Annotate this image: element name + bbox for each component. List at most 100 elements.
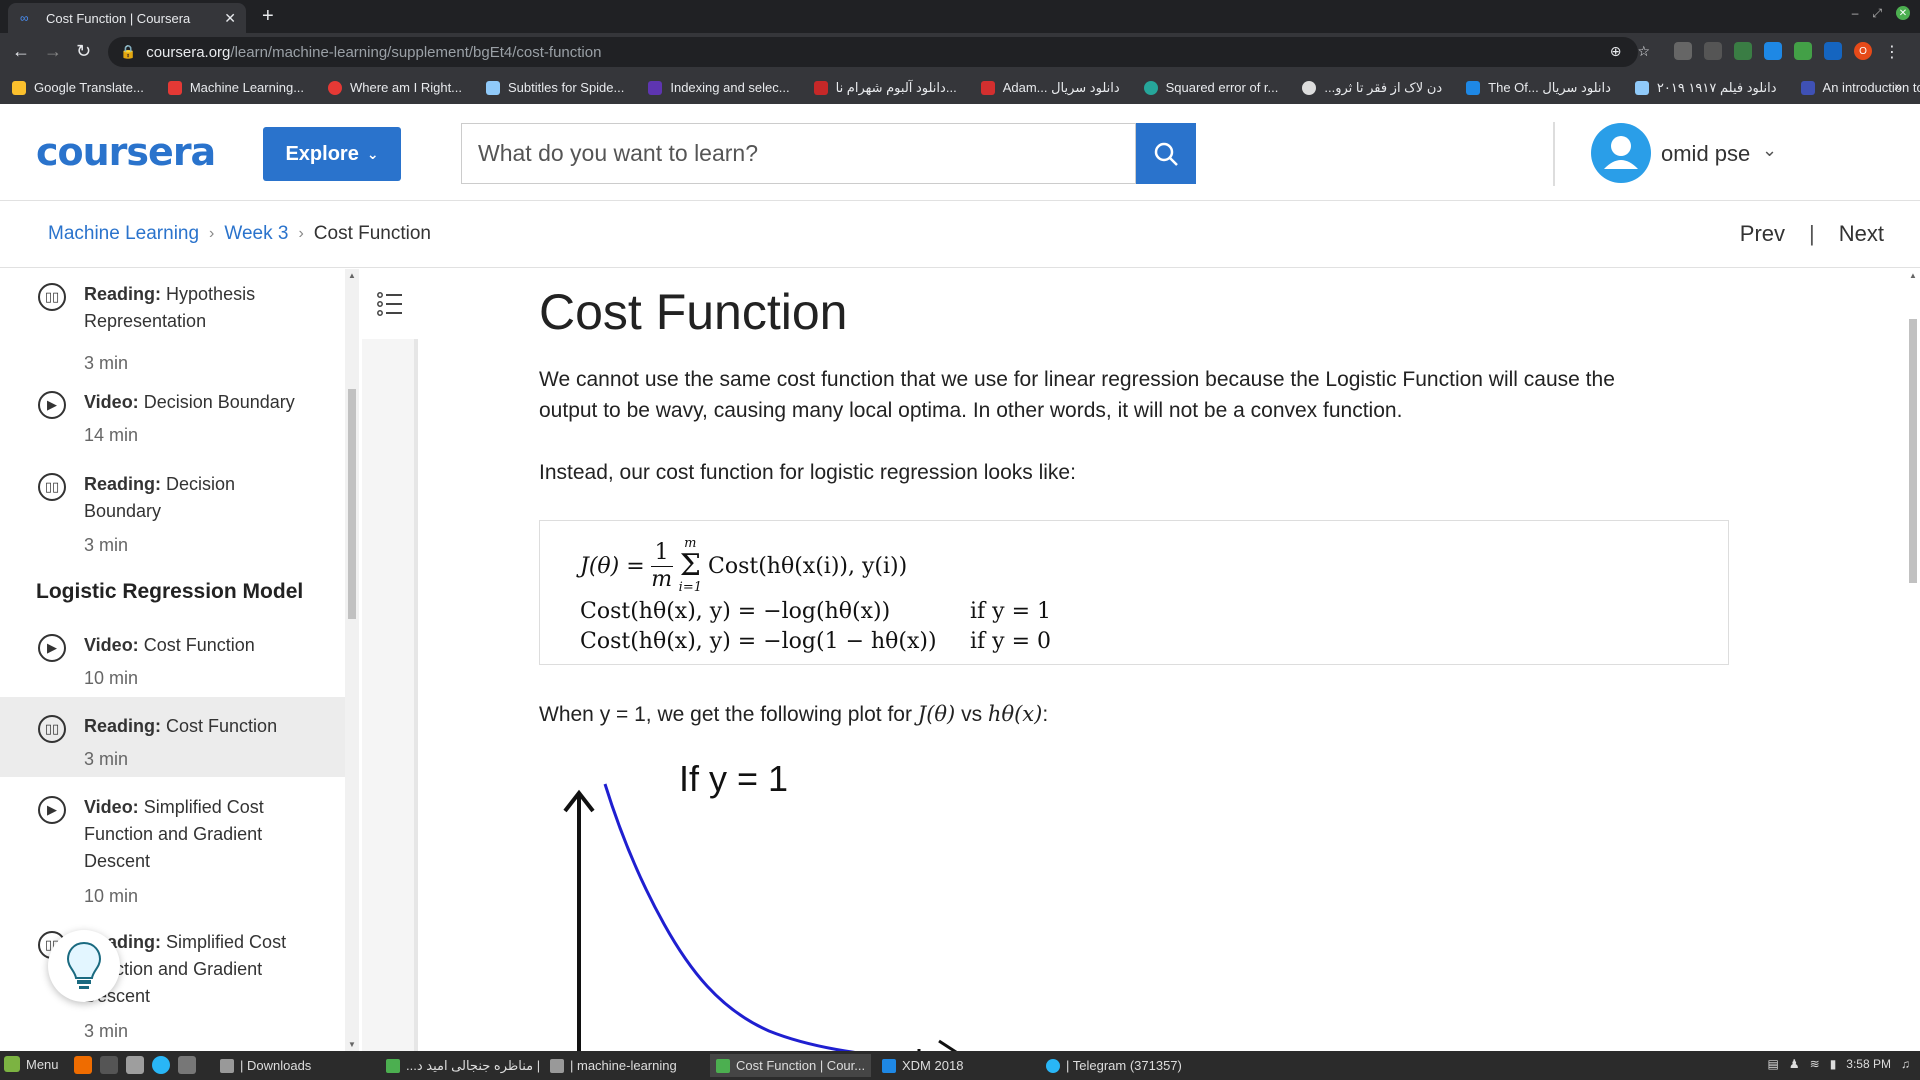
start-menu-button[interactable]: Menu bbox=[4, 1056, 59, 1072]
firefox-icon[interactable] bbox=[74, 1056, 92, 1074]
extension-icon[interactable]: O bbox=[1854, 42, 1872, 60]
scrollbar-thumb[interactable] bbox=[348, 389, 356, 619]
tab-close-icon[interactable]: ✕ bbox=[224, 10, 236, 27]
prev-link[interactable]: Prev bbox=[1740, 221, 1785, 247]
lock-icon: 🔒 bbox=[120, 44, 137, 59]
browser-tab-bar: ∞ Cost Function | Coursera ✕ + – ⤢ ✕ bbox=[0, 0, 1920, 33]
next-link[interactable]: Next bbox=[1839, 221, 1884, 247]
bookmark-item[interactable]: Squared error of r... bbox=[1143, 80, 1278, 95]
extension-icon[interactable] bbox=[1674, 42, 1692, 60]
bookmark-item[interactable]: Where am I Right... bbox=[328, 80, 462, 95]
scroll-up-icon[interactable]: ▲ bbox=[348, 271, 356, 280]
music-icon[interactable]: ♫ bbox=[1901, 1057, 1910, 1071]
content-paragraph: Instead, our cost function for logistic … bbox=[539, 461, 1076, 484]
bookmark-item[interactable]: Machine Learning... bbox=[167, 80, 304, 95]
terminal-icon[interactable] bbox=[100, 1056, 118, 1074]
taskbar-task-active[interactable]: Cost Function | Cour... bbox=[710, 1054, 872, 1077]
coursera-logo[interactable]: coursera bbox=[36, 130, 216, 174]
new-tab-button[interactable]: + bbox=[262, 5, 274, 28]
bookmark-item[interactable]: Indexing and selec... bbox=[648, 80, 790, 95]
search-input[interactable]: What do you want to learn? bbox=[461, 123, 1136, 184]
chevron-down-icon[interactable]: ⌄ bbox=[1762, 140, 1777, 161]
scrollbar-thumb[interactable] bbox=[1909, 319, 1917, 583]
bookmark-icon bbox=[1634, 80, 1649, 95]
telegram-icon[interactable] bbox=[152, 1056, 170, 1074]
task-label: | Downloads bbox=[240, 1058, 312, 1073]
bookmark-item[interactable]: An introduction to... bbox=[1800, 80, 1920, 95]
breadcrumb-week-link[interactable]: Week 3 bbox=[224, 223, 288, 245]
xdm-icon bbox=[882, 1058, 896, 1073]
bookmarks-more-icon[interactable]: » bbox=[1894, 78, 1902, 94]
cost-plot-svg: If y = 1 bbox=[563, 758, 958, 1051]
taskbar-task[interactable]: | machine-learning bbox=[544, 1054, 683, 1077]
user-icon[interactable]: ♟ bbox=[1789, 1057, 1800, 1071]
cost-plot-image: If y = 1 bbox=[539, 758, 979, 1051]
section-title: Logistic Regression Model bbox=[36, 580, 304, 603]
extension-icon[interactable] bbox=[1704, 42, 1722, 60]
window-close-icon[interactable]: ✕ bbox=[1896, 6, 1910, 20]
bookmark-item[interactable]: The Of... دانلود سریال bbox=[1466, 80, 1611, 96]
battery-icon[interactable]: ▮ bbox=[1830, 1057, 1837, 1071]
toc-toggle-button[interactable] bbox=[362, 269, 418, 339]
zoom-icon[interactable]: ⊕ bbox=[1610, 43, 1622, 60]
sidebar-item-duration: 3 min bbox=[84, 1021, 129, 1041]
bookmark-label: ...دن لاک از فقر تا ثرو bbox=[1324, 79, 1443, 95]
bookmark-label: دانلود آلبوم شهرام نا... bbox=[835, 79, 957, 95]
username[interactable]: omid pse bbox=[1661, 141, 1750, 167]
menu-dots-icon[interactable]: ⋮ bbox=[1884, 42, 1900, 62]
main-scrollbar[interactable]: ▲ bbox=[1906, 269, 1920, 1051]
bookmark-star-icon[interactable]: ☆ bbox=[1637, 43, 1650, 60]
explore-button[interactable]: Explore ⌄ bbox=[263, 127, 401, 181]
bookmark-item[interactable]: Subtitles for Spide... bbox=[486, 80, 624, 95]
sidebar-item-title: Video: Decision Boundary bbox=[84, 392, 295, 412]
search-button[interactable] bbox=[1136, 123, 1196, 184]
minimize-icon[interactable]: – bbox=[1852, 6, 1859, 21]
scroll-down-icon[interactable]: ▼ bbox=[348, 1040, 356, 1049]
explore-label: Explore bbox=[285, 142, 359, 165]
avatar[interactable] bbox=[1591, 123, 1651, 183]
bookmark-item[interactable]: دانلود آلبوم شهرام نا... bbox=[813, 79, 957, 96]
folder-icon bbox=[220, 1058, 234, 1073]
bookmark-icon bbox=[813, 80, 828, 95]
files-icon[interactable] bbox=[178, 1056, 196, 1074]
clock[interactable]: 3:58 PM bbox=[1846, 1057, 1891, 1071]
sidebar-scrollbar[interactable]: ▲ ▼ bbox=[345, 269, 359, 1051]
bookmark-item[interactable]: Google Translate... bbox=[12, 80, 144, 95]
task-label: XDM 2018 bbox=[902, 1058, 964, 1073]
bookmark-item[interactable]: ...دن لاک از فقر تا ثرو bbox=[1302, 80, 1442, 96]
taskbar-task[interactable]: | Downloads bbox=[214, 1054, 317, 1077]
folder-icon bbox=[550, 1058, 564, 1073]
address-bar[interactable]: 🔒 coursera.org/learn/machine-learning/su… bbox=[108, 37, 1638, 67]
bookmark-label: Subtitles for Spide... bbox=[508, 80, 625, 95]
breadcrumb-course-link[interactable]: Machine Learning bbox=[48, 223, 199, 245]
list-icon bbox=[377, 292, 402, 316]
lightbulb-help-button[interactable] bbox=[48, 930, 120, 1002]
chrome-icon bbox=[386, 1058, 400, 1073]
fraction-numerator: 1 bbox=[650, 540, 673, 567]
taskbar-task[interactable]: XDM 2018 bbox=[876, 1054, 969, 1077]
bookmark-item[interactable]: Adam... دانلود سریال bbox=[980, 80, 1120, 96]
forward-icon[interactable]: → bbox=[44, 41, 62, 62]
extension-icon[interactable] bbox=[1764, 42, 1782, 60]
chevron-right-icon: › bbox=[209, 225, 215, 242]
scroll-up-icon[interactable]: ▲ bbox=[1909, 271, 1917, 280]
extension-icon[interactable] bbox=[1824, 42, 1842, 60]
taskbar-task[interactable]: | Telegram (371357) bbox=[1040, 1054, 1188, 1077]
flag-icon[interactable]: ▤ bbox=[1768, 1057, 1779, 1071]
folder-icon[interactable] bbox=[126, 1056, 144, 1074]
lightbulb-icon bbox=[66, 941, 102, 989]
maximize-icon[interactable]: ⤢ bbox=[1872, 6, 1882, 21]
bookmark-icon bbox=[1800, 80, 1815, 95]
sidebar-item-duration: 3 min bbox=[84, 749, 129, 769]
reload-icon[interactable]: ↻ bbox=[76, 41, 91, 62]
browser-tab[interactable]: ∞ Cost Function | Coursera ✕ bbox=[8, 3, 246, 33]
bookmark-item[interactable]: دانلود فیلم ۱۹۱۷ ۲۰۱۹ bbox=[1634, 80, 1777, 96]
back-icon[interactable]: ← bbox=[12, 41, 30, 62]
user-icon bbox=[1604, 136, 1638, 169]
extension-icon[interactable] bbox=[1794, 42, 1812, 60]
taskbar-task[interactable]: ...مناظره جنجالی امید د | bbox=[380, 1054, 546, 1077]
book-icon: ▯▯ bbox=[38, 283, 66, 311]
extension-icon[interactable] bbox=[1734, 42, 1752, 60]
chevron-down-icon: ⌄ bbox=[366, 145, 379, 162]
wifi-icon[interactable]: ≋ bbox=[1810, 1057, 1820, 1071]
